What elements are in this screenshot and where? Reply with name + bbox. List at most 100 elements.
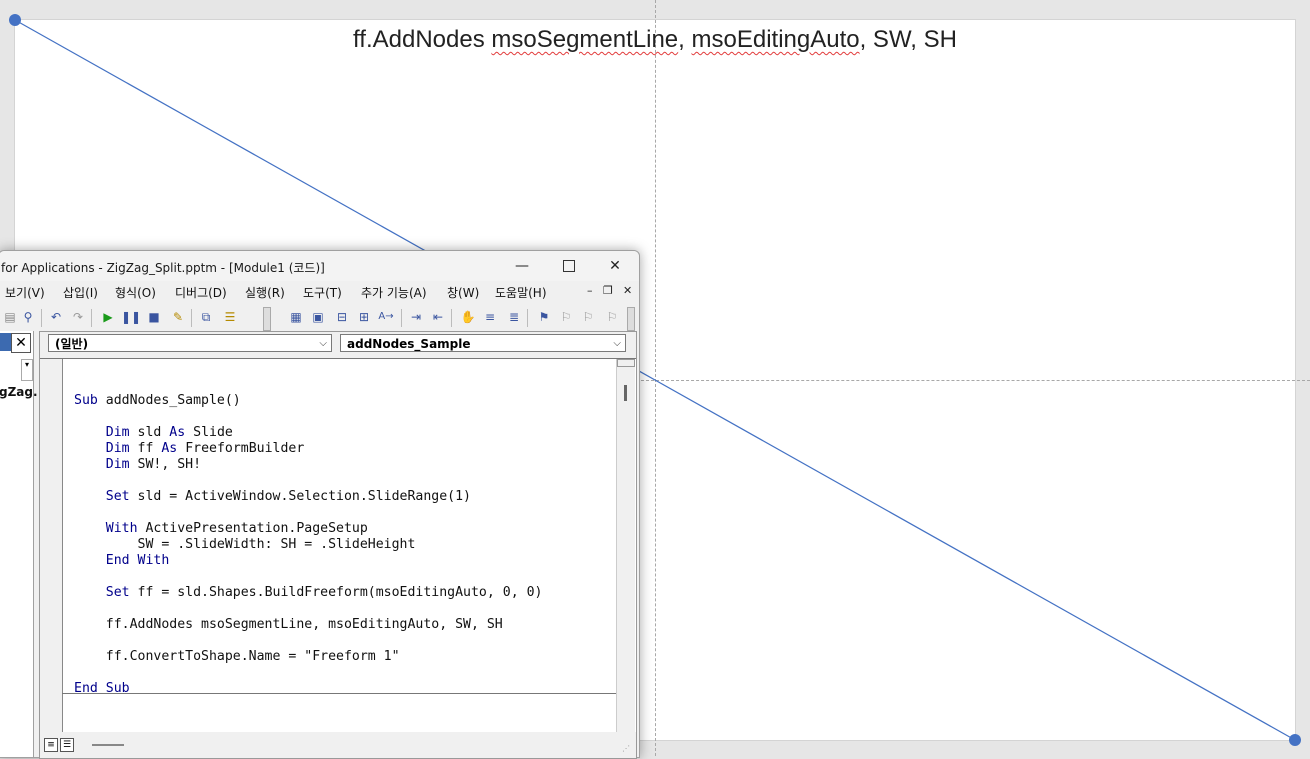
code-keyword: Set: [105, 489, 130, 504]
code-keyword: Set: [105, 585, 130, 600]
toolbar-separator: [41, 309, 42, 327]
find-icon[interactable]: ⚲: [19, 308, 37, 326]
close-button[interactable]: ✕: [597, 255, 633, 277]
toolbar-separator: [451, 309, 452, 327]
vertical-scrollbar[interactable]: [616, 359, 635, 733]
maximize-icon: [563, 260, 575, 272]
project-pane-scroll-button[interactable]: ▾: [21, 359, 33, 381]
outdent-icon[interactable]: ⇤: [429, 308, 447, 326]
vba-title-bar[interactable]: for Applications - ZigZag_Split.pptm - […: [0, 251, 639, 281]
properties-icon[interactable]: ☰: [221, 308, 239, 326]
code-keyword: Sub: [74, 393, 98, 408]
project-pane-close-button[interactable]: ✕: [11, 333, 31, 353]
project-explorer-icon[interactable]: ⧉: [197, 308, 215, 326]
vba-editor-window[interactable]: for Applications - ZigZag_Split.pptm - […: [0, 250, 640, 759]
code-keyword: As: [161, 441, 178, 456]
object-combo[interactable]: (일반) ⌵: [48, 334, 332, 352]
code-keyword: Dim: [105, 441, 130, 456]
redo-icon[interactable]: ↷: [69, 308, 87, 326]
quick-info-icon[interactable]: ⊟: [333, 308, 351, 326]
toolbar-grip[interactable]: [627, 307, 635, 331]
design-mode-icon[interactable]: ✎: [169, 308, 187, 326]
code-text-run: ActivePresentation.PageSetup: [137, 521, 368, 536]
code-text-run: ff = sld.Shapes.BuildFreeform(msoEditing…: [129, 585, 543, 600]
previous-bookmark-icon[interactable]: ⚐: [579, 308, 597, 326]
menu-window[interactable]: 창(W): [447, 284, 479, 301]
procedure-combo-value: addNodes_Sample: [347, 337, 471, 351]
code-text-run: SW!, SH!: [129, 457, 202, 472]
complete-word-icon[interactable]: A→: [377, 308, 395, 326]
indent-icon[interactable]: ⇥: [407, 308, 425, 326]
project-explorer-pane[interactable]: ✕ ▾ gZag.: [0, 331, 38, 757]
margin-indicator-bar[interactable]: [40, 359, 63, 733]
run-icon[interactable]: ▶: [99, 308, 117, 326]
vba-menu-bar: 보기(V) 삽입(I) 형식(O) 디버그(D) 실행(R) 도구(T) 추가 …: [0, 281, 639, 303]
maximize-button[interactable]: [551, 255, 587, 277]
code-keyword: With: [105, 521, 138, 536]
list-constants-icon[interactable]: ▣: [309, 308, 327, 326]
procedure-view-button[interactable]: ≡: [44, 738, 58, 752]
toolbar-separator: [527, 309, 528, 327]
code-window-footer: ≡ ☰ ⋰: [40, 732, 636, 756]
code-keyword: As: [169, 425, 186, 440]
code-keyword: End With: [105, 553, 170, 568]
code-text[interactable]: Sub addNodes_Sample() Dim sld As Slide D…: [74, 393, 542, 697]
scrollbar-thumb[interactable]: [624, 385, 627, 401]
paste-icon[interactable]: ▤: [1, 308, 19, 326]
full-module-view-button[interactable]: ☰: [60, 738, 74, 752]
chevron-down-icon[interactable]: ⌵: [319, 335, 327, 353]
menu-run[interactable]: 실행(R): [245, 284, 285, 301]
object-combo-value: (일반): [55, 337, 89, 351]
resize-grip-icon[interactable]: ⋰: [622, 744, 630, 753]
toolbar-separator: [91, 309, 92, 327]
toolbar-separator: [191, 309, 192, 327]
clear-bookmarks-icon[interactable]: ⚐: [603, 308, 621, 326]
break-icon[interactable]: ❚❚: [121, 308, 141, 326]
uncomment-block-icon[interactable]: ≣: [505, 308, 523, 326]
code-text-run: Slide: [185, 425, 233, 440]
code-keyword: Dim: [105, 457, 130, 472]
toggle-breakpoint-icon[interactable]: ✋: [459, 308, 477, 326]
code-editor[interactable]: Sub addNodes_Sample() Dim sld As Slide D…: [40, 358, 636, 733]
parameter-info-icon[interactable]: ⊞: [355, 308, 373, 326]
project-pane-header: [0, 333, 11, 351]
procedure-combo[interactable]: addNodes_Sample ⌵: [340, 334, 626, 352]
chevron-down-icon[interactable]: ⌵: [613, 335, 621, 353]
scroll-up-button[interactable]: [617, 359, 635, 367]
code-text-run: addNodes_Sample(): [97, 393, 241, 408]
menu-view[interactable]: 보기(V): [5, 284, 45, 301]
menu-insert[interactable]: 삽입(I): [63, 284, 98, 301]
code-text-run: sld: [129, 425, 170, 440]
code-window[interactable]: (일반) ⌵ addNodes_Sample ⌵ Sub addNodes_Sa…: [39, 331, 637, 759]
line-start-handle: [9, 14, 21, 26]
mdi-close-button[interactable]: ✕: [623, 284, 632, 297]
menu-debug[interactable]: 디버그(D): [175, 284, 227, 301]
menu-format[interactable]: 형식(O): [115, 284, 156, 301]
menu-tools[interactable]: 도구(T): [303, 284, 342, 301]
comment-block-icon[interactable]: ≡: [481, 308, 499, 326]
line-end-handle: [1289, 734, 1301, 746]
menu-addins[interactable]: 추가 기능(A): [361, 284, 427, 301]
list-properties-icon[interactable]: ▦: [287, 308, 305, 326]
reset-icon[interactable]: ■: [145, 308, 163, 326]
code-text-run: ff.ConvertToShape.Name = "Freeform 1": [105, 649, 400, 664]
code-text-run: ff.AddNodes msoSegmentLine, msoEditingAu…: [105, 617, 503, 632]
code-text-run: FreeformBuilder: [177, 441, 305, 456]
code-text-run: ff: [129, 441, 162, 456]
next-bookmark-icon[interactable]: ⚐: [557, 308, 575, 326]
mdi-minimize-button[interactable]: –: [587, 284, 593, 297]
toolbar-grip[interactable]: [263, 307, 271, 331]
toggle-bookmark-icon[interactable]: ⚑: [535, 308, 553, 326]
powerpoint-editor: ff.AddNodes msoSegmentLine, msoEditingAu…: [0, 0, 1310, 759]
minimize-button[interactable]: —: [504, 255, 540, 277]
mdi-restore-button[interactable]: ❐: [603, 284, 613, 297]
toolbar-separator: [401, 309, 402, 327]
code-text-run: SW = .SlideWidth: SH = .SlideHeight: [137, 537, 416, 552]
vba-standard-toolbar: ▤ ⚲ ↶ ↷ ▶ ❚❚ ■ ✎ ⧉ ☰ ▦ ▣ ⊟ ⊞ A→ ⇥ ⇤ ✋ ≡ …: [0, 305, 639, 331]
undo-icon[interactable]: ↶: [47, 308, 65, 326]
vba-window-title: for Applications - ZigZag_Split.pptm - […: [1, 261, 325, 275]
horizontal-scrollbar-thumb[interactable]: [92, 744, 124, 746]
project-tree-node[interactable]: gZag.: [0, 385, 38, 399]
menu-help[interactable]: 도움말(H): [495, 284, 547, 301]
procedure-separator: [62, 693, 616, 694]
